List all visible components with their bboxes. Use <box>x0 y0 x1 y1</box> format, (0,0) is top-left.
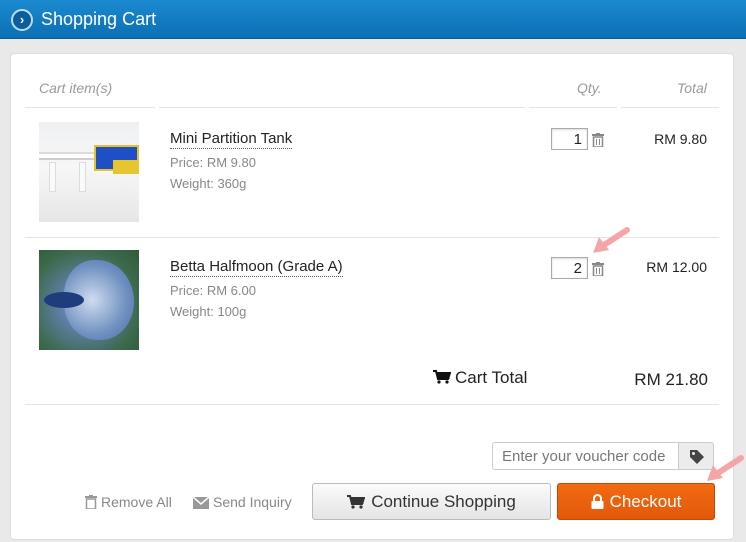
line-total: RM 12.00 <box>646 259 707 275</box>
checkout-label: Checkout <box>609 492 682 511</box>
product-name-link[interactable]: Betta Halfmoon (Grade A) <box>170 258 343 277</box>
shopping-cart-icon <box>433 369 452 384</box>
product-weight: Weight: 100g <box>170 304 247 319</box>
product-image-betta-halfmoon[interactable] <box>39 250 139 350</box>
cart-total-label: Cart Total <box>433 368 527 388</box>
page-header: › Shopping Cart <box>0 0 746 39</box>
column-header-items: Cart item(s) <box>39 80 113 96</box>
trash-icon <box>85 495 97 510</box>
shopping-cart-icon <box>347 495 366 509</box>
remove-all-label: Remove All <box>101 494 172 510</box>
lock-icon <box>591 494 604 509</box>
divider <box>25 107 155 108</box>
product-price: Price: RM 9.80 <box>170 155 256 170</box>
tag-icon <box>690 450 704 464</box>
remove-all-link[interactable]: Remove All <box>85 494 172 510</box>
cart-total-text: Cart Total <box>455 368 528 387</box>
envelope-icon <box>192 496 210 509</box>
quantity-input[interactable] <box>551 128 588 150</box>
cart-panel: Cart item(s) Qty. Total Mini Partition T… <box>10 53 744 540</box>
cart-total-amount: RM 21.80 <box>634 370 708 389</box>
divider <box>529 107 617 108</box>
quantity-input[interactable] <box>551 257 588 279</box>
annotation-arrow-icon <box>593 227 630 253</box>
divider <box>25 404 719 405</box>
send-inquiry-label: Send Inquiry <box>213 494 292 510</box>
product-name-link[interactable]: Mini Partition Tank <box>170 130 293 149</box>
line-total: RM 9.80 <box>654 131 707 147</box>
product-price: Price: RM 6.00 <box>170 283 256 298</box>
chevron-right-icon[interactable]: › <box>11 9 33 31</box>
continue-shopping-button[interactable]: Continue Shopping <box>312 483 551 520</box>
send-inquiry-link[interactable]: Send Inquiry <box>192 494 292 510</box>
column-header-qty: Qty. <box>577 80 602 96</box>
continue-shopping-label: Continue Shopping <box>371 492 516 511</box>
product-weight: Weight: 360g <box>170 176 247 191</box>
voucher-code-input[interactable] <box>492 442 680 470</box>
column-header-total: Total <box>677 80 707 96</box>
divider <box>621 107 719 108</box>
page-title: Shopping Cart <box>41 9 157 29</box>
divider <box>159 107 525 108</box>
product-image-mini-partition-tank[interactable] <box>39 122 139 222</box>
checkout-button[interactable]: Checkout <box>557 483 715 520</box>
annotation-arrow-icon <box>707 455 744 481</box>
